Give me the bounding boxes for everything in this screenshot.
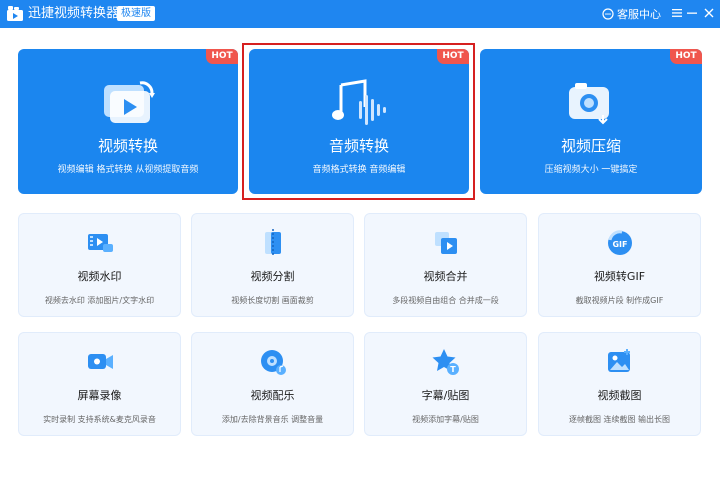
tool-merge[interactable]: 视频合并 多段视频自由组合 合并成一段 [364,213,527,317]
hot-badge: HOT [437,49,469,64]
video-convert-icon [104,81,155,123]
tool-title: 视频转GIF [593,270,646,283]
hot-badge: HOT [206,49,238,64]
app-title: 迅捷视频转换器 [28,6,120,21]
customer-service-button[interactable]: 客服中心 [602,5,661,23]
tool-description: 逐帧截图 连续截图 输出长图 [568,415,671,424]
screenshot-icon [607,349,630,372]
tool-title: 视频合并 [423,270,468,283]
tool-split[interactable]: 视频分割 视频长度切割 画面裁剪 [191,213,354,317]
audio-convert-card[interactable]: HOT 音频转换 音频格式转换 音频编辑 [249,49,469,194]
tool-title: 字幕/贴图 [421,389,470,402]
watermark-icon [87,234,113,252]
tool-screenshot[interactable]: 视频截图 逐帧截图 连续截图 输出长图 [538,332,701,436]
music-icon [260,350,286,375]
tool-screen-record[interactable]: 屏幕录像 实时录制 支持系统&麦克风录音 [18,332,181,436]
tool-description: 视频添加字幕/贴图 [412,415,479,424]
close-button[interactable] [700,4,718,22]
tool-title: 视频分割 [250,270,295,283]
merge-icon [434,232,457,254]
app-logo-icon [7,6,23,21]
split-icon [264,229,281,257]
tool-description: 视频长度切割 画面裁剪 [231,296,314,305]
tool-subtitle[interactable]: T 字幕/贴图 视频添加字幕/贴图 [364,332,527,436]
tool-description: 截取视频片段 制作成GIF [575,296,664,305]
tool-music[interactable]: 视频配乐 添加/去除背景音乐 调整音量 [191,332,354,436]
tool-description: 视频去水印 添加图片/文字水印 [44,296,155,305]
edition-badge: 极速版 [117,6,155,21]
card-description: 压缩视频大小 一键搞定 [544,165,638,175]
video-compress-card[interactable]: HOT 视频压缩 压缩视频大小 一键搞定 [480,49,702,194]
card-title: 音频转换 [328,137,389,155]
screen-record-icon [87,354,113,369]
tool-title: 视频配乐 [250,389,295,402]
card-title: 视频转换 [97,137,158,155]
audio-convert-icon [332,79,386,125]
tool-title: 视频截图 [597,389,642,402]
svg-text:T: T [450,365,456,374]
tool-gif[interactable]: GIF 视频转GIF 截取视频片段 制作成GIF [538,213,701,317]
chat-icon [602,8,614,20]
minimize-button[interactable] [683,4,701,22]
tool-description: 添加/去除背景音乐 调整音量 [221,415,324,424]
title-bar: 迅捷视频转换器 极速版 客服中心 [0,0,720,28]
tool-description: 实时录制 支持系统&麦克风录音 [43,415,156,424]
minimize-icon [687,12,697,14]
tool-title: 屏幕录像 [77,389,122,402]
menu-icon [672,9,682,17]
video-convert-card[interactable]: HOT 视频转换 视频编辑 格式转换 从视频提取音频 [18,49,238,194]
tool-description: 多段视频自由组合 合并成一段 [392,296,499,305]
card-title: 视频压缩 [560,137,621,155]
card-description: 音频格式转换 音频编辑 [312,165,406,175]
tool-title: 视频水印 [77,270,122,283]
gif-icon: GIF [607,230,632,255]
customer-service-label: 客服中心 [617,8,661,21]
hot-badge: HOT [670,49,702,64]
card-description: 视频编辑 格式转换 从视频提取音频 [57,165,199,175]
tool-watermark[interactable]: 视频水印 视频去水印 添加图片/文字水印 [18,213,181,317]
svg-text:GIF: GIF [612,240,627,249]
video-compress-icon [569,83,609,125]
close-icon [704,8,714,18]
subtitle-icon: T [432,349,459,375]
